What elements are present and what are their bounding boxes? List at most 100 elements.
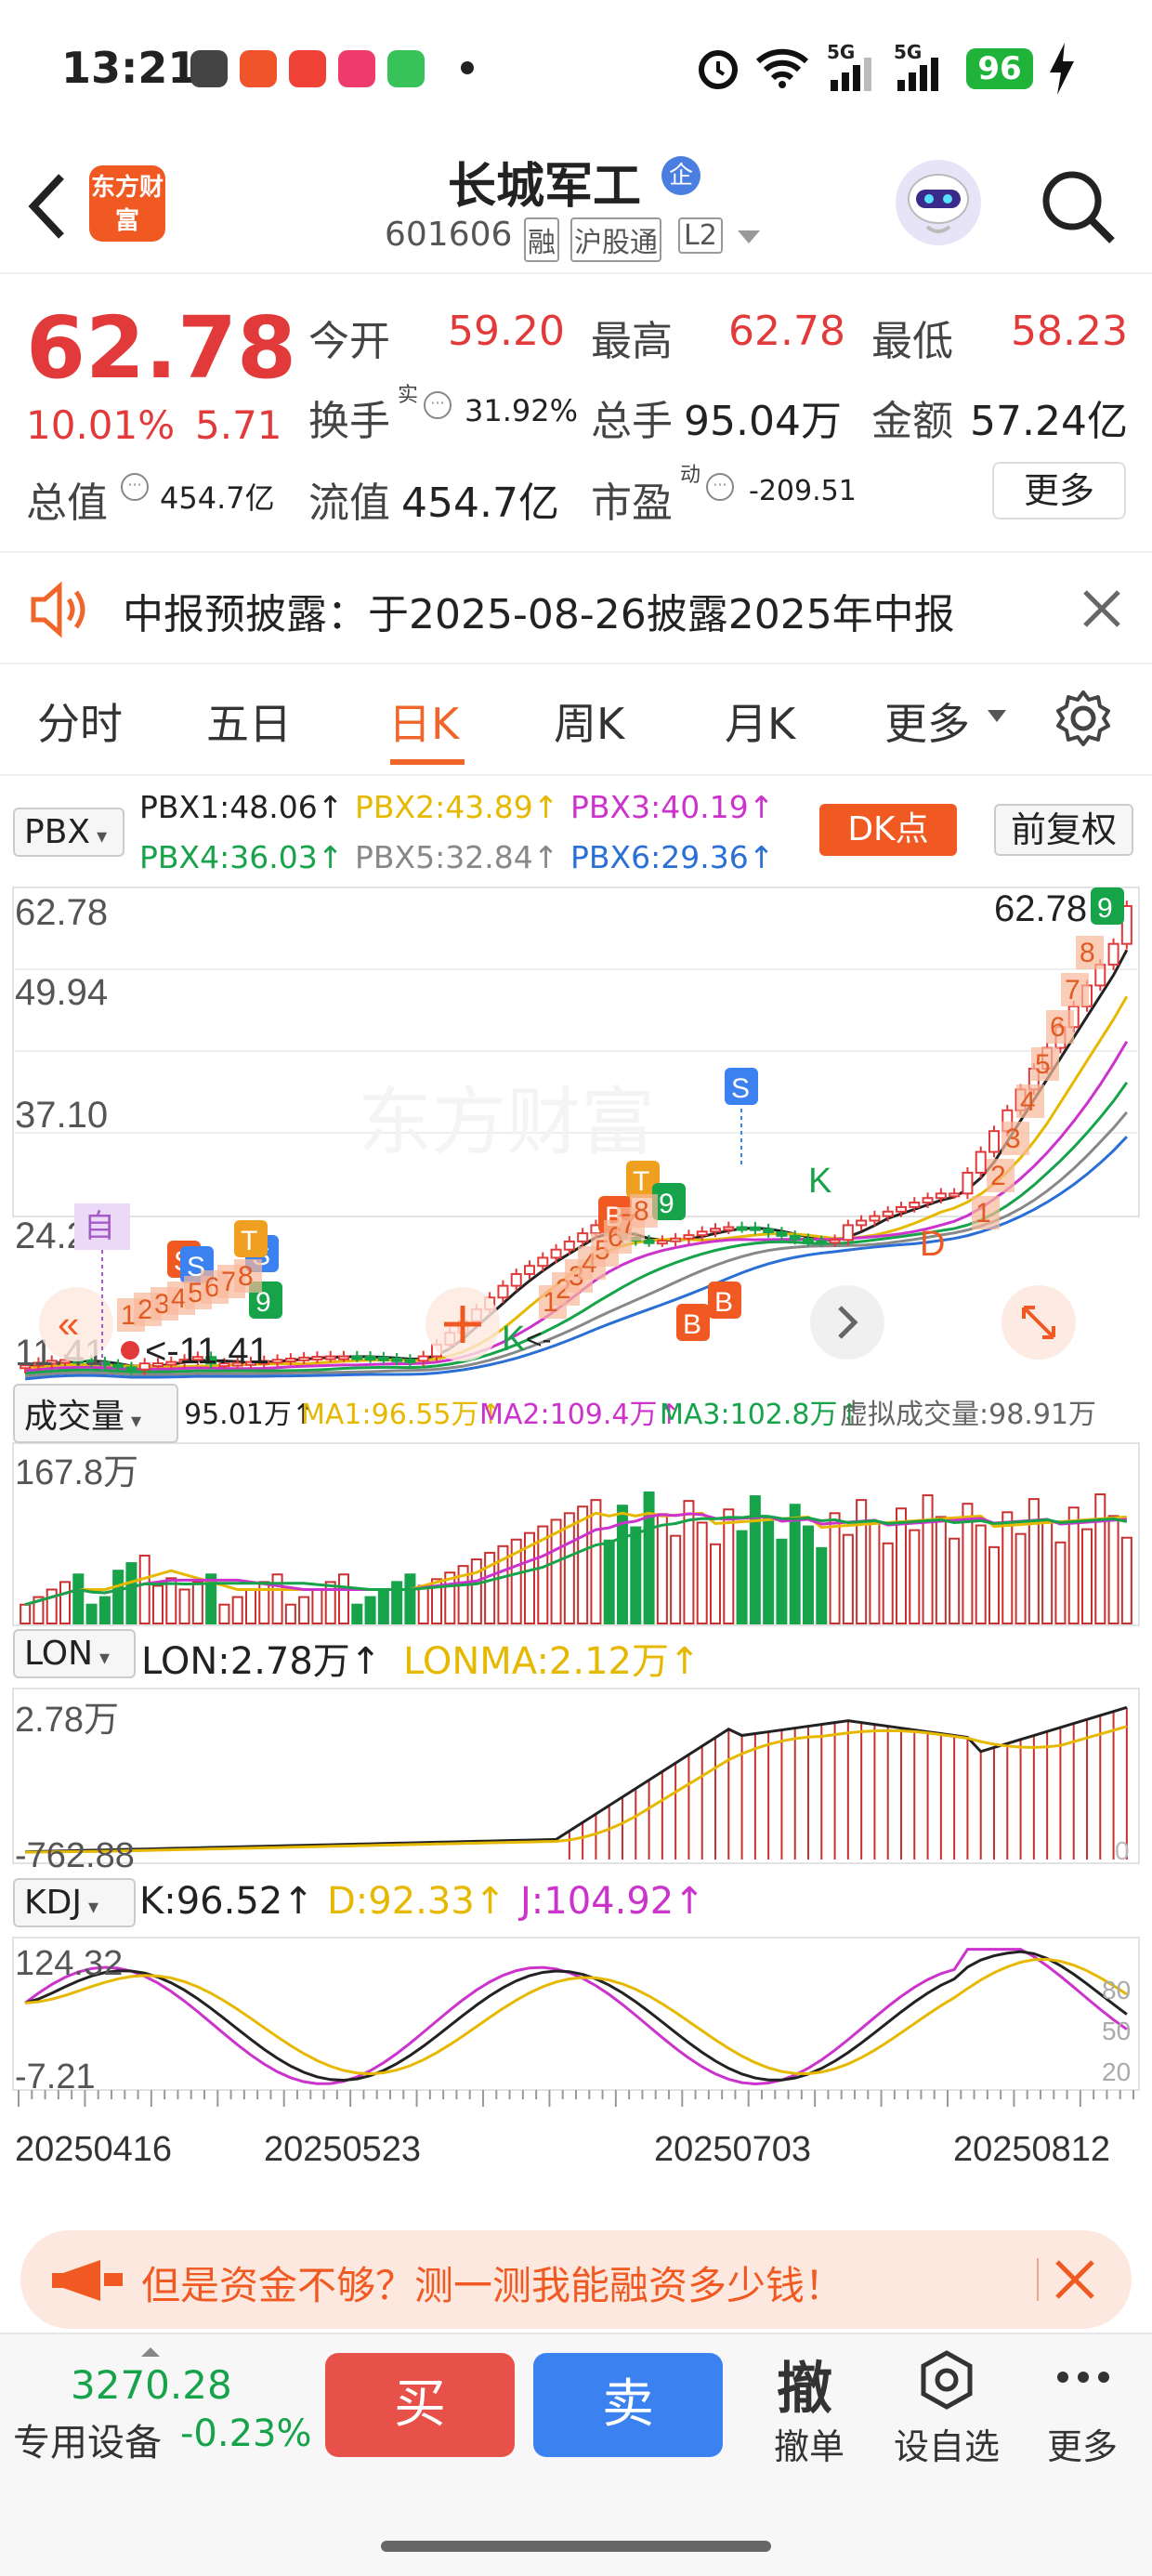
volume-bar [417,1584,429,1625]
kdj-j-legend: J:104.92↑ [520,1880,705,1923]
volume-bar [231,1596,243,1624]
cancel-order-label[interactable]: 撤单 [740,2418,879,2469]
lon-selector-label: LON [24,1635,94,1673]
candle [935,1192,947,1200]
add-watchlist-icon[interactable] [916,2349,977,2411]
candle [497,1284,509,1299]
candle [710,1228,721,1233]
gear-icon[interactable] [1054,689,1113,748]
sector-label: 专用设备 [13,2422,162,2464]
kdj-axis-top: 124.32 [15,1944,123,1983]
volume-bar [245,1588,256,1625]
volume-axis-top: 167.8万 [15,1453,138,1492]
more-label[interactable]: 更多 [1013,2418,1152,2469]
volume-bar [1067,1506,1080,1624]
candle [643,1239,655,1244]
volume-bar [20,1603,32,1625]
volume-bar [85,1603,98,1625]
candle [922,1197,934,1204]
info-icon[interactable]: ··· [424,391,452,419]
volume-bar [138,1554,151,1625]
volume-bar [789,1504,801,1625]
volume-bar [1001,1511,1014,1624]
kdj-panel-frame [12,1937,1140,2091]
date-axis: 20250416 20250523 20250703 20250812 [15,2130,1110,2169]
volume-ma2-legend: MA2:109.4万↑ [479,1399,681,1431]
active-tab-indicator [390,759,465,765]
kdj-selector-label: KDJ [24,1884,82,1922]
volume-bar [670,1534,682,1625]
close-icon[interactable] [1081,588,1122,629]
info-icon[interactable]: ··· [121,473,149,501]
count-marker-label: 8 [1080,938,1095,968]
amount-value: 57.24亿 [970,398,1128,445]
kdj-lines [24,1948,1128,2085]
price-axis-2: 49.94 [15,972,108,1013]
count-marker-label: 8 [238,1261,254,1292]
virtual-volume-legend: 虚拟成交量:98.91万 [840,1399,1096,1431]
volume-bar [949,1537,961,1625]
more-button[interactable]: 更多 [992,462,1126,519]
tab-weekly-k[interactable]: 周K [554,690,624,752]
candle [962,1171,974,1195]
sector-change: -0.23% [180,2412,312,2455]
back-icon[interactable] [24,171,71,242]
stock-code: 601606 [385,216,513,254]
candle [338,1355,349,1360]
candle [909,1202,921,1208]
volume-bar [922,1494,934,1624]
app-notification-icon [240,50,277,87]
lon-selector[interactable]: LON ▾ [13,1629,136,1678]
tab-five-day[interactable]: 五日 [206,690,292,752]
volume-selector[interactable]: 成交量 ▾ [13,1384,178,1443]
robot-assistant-icon[interactable] [892,156,985,249]
candle [723,1226,735,1231]
candle [377,1356,389,1361]
sell-button[interactable]: 卖 [533,2353,723,2457]
kdj-selector[interactable]: KDJ ▾ [13,1878,136,1927]
notice-bar[interactable]: 中报预披露：于2025-08-26披露2025年中报 [0,553,1152,664]
search-icon[interactable] [1039,167,1117,245]
candle [869,1215,881,1222]
kline-chart-area[interactable]: PBX ▾ PBX1:48.06↑ PBX2:43.89↑ PBX3:40.19… [0,776,1152,2221]
tab-more[interactable]: 更多 [884,690,970,752]
volume-selector-label: 成交量 [24,1398,125,1436]
speaker-icon [31,581,85,638]
megaphone-icon [52,2260,123,2301]
low-point-dot [121,1341,139,1360]
volume-bar [896,1507,907,1624]
volume-bar [696,1521,708,1625]
close-icon[interactable] [1054,2258,1096,2301]
turnover-label: 换手 [308,398,390,445]
volume-value: 95.04万 [684,398,842,445]
clock: 13:21 [61,43,198,93]
buy-button[interactable]: 买 [325,2353,515,2457]
count-marker-label: 6 [1050,1012,1066,1043]
charging-icon [1050,43,1074,95]
volume-bar [816,1546,828,1624]
low-price-marker: <-11.41 [145,1331,269,1372]
wifi-icon [755,48,809,88]
margin-promo-banner[interactable]: 但是资金不够？测一测我能融资多少钱！ [20,2230,1132,2329]
nine-marker-label: 9 [1097,893,1113,924]
candle [763,1228,775,1234]
chevron-up-icon[interactable] [139,2346,162,2359]
level2-tag: L2 [678,217,723,254]
change-percent: 10.01% [26,402,176,448]
high-price-marker: 62.78 [994,888,1087,929]
volume-ma-lines [24,1511,1128,1607]
lon-legend: LON:2.78万↑ [141,1640,382,1683]
volume-bar [125,1562,137,1624]
cancel-order-icon[interactable]: 撤 [777,2344,832,2425]
candle [324,1355,336,1360]
tab-intraday[interactable]: 分时 [37,690,123,752]
more-dots-icon[interactable] [1055,2368,1111,2386]
info-icon[interactable]: ··· [706,473,734,501]
chevron-down-icon[interactable] [736,229,762,247]
volume-bar [311,1588,323,1625]
add-watchlist-label[interactable]: 设自选 [877,2418,1016,2469]
tab-monthly-k[interactable]: 月K [725,690,795,752]
svg-text:«: « [58,1302,79,1346]
b-marker-label: B [714,1287,733,1318]
tab-daily-k[interactable]: 日K [388,690,459,752]
